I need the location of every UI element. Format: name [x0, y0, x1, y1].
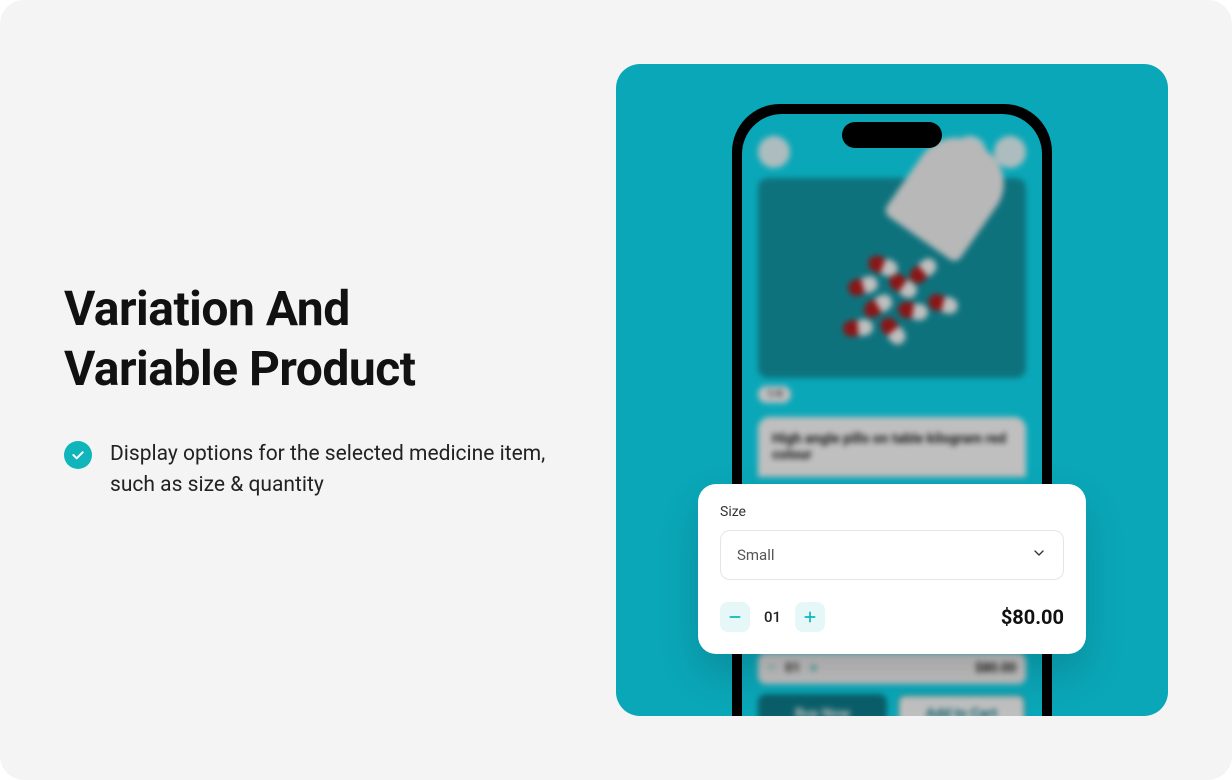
chevron-down-icon — [1031, 545, 1047, 565]
heading-line-1: Variation And — [64, 280, 350, 337]
phone-notch — [842, 122, 942, 148]
pills-graphic — [838, 248, 978, 358]
bg-plus-icon[interactable]: + — [810, 661, 817, 676]
product-image — [758, 178, 1026, 378]
add-to-cart-button[interactable]: Add to Cart — [897, 694, 1026, 716]
bg-minus-icon[interactable]: − — [768, 661, 775, 676]
text-column: Variation And Variable Product Display o… — [0, 279, 616, 502]
check-icon — [64, 441, 92, 469]
bg-qty-stepper: − 01 + — [768, 661, 817, 676]
product-actions: − 01 + $80.00 Buy Now Add to Cart — [758, 653, 1026, 716]
feature-bullet: Display options for the selected medicin… — [64, 439, 576, 502]
decrement-button[interactable] — [720, 602, 750, 632]
product-title: High angle pills on table kilogram red c… — [772, 431, 1012, 463]
quantity-stepper: 01 — [720, 602, 825, 632]
bg-qty-value: 01 — [785, 661, 800, 676]
bg-qty-price-row: − 01 + $80.00 — [758, 653, 1026, 684]
size-field-label: Size — [720, 504, 1064, 520]
buy-now-button[interactable]: Buy Now — [758, 694, 887, 716]
product-info-panel: High angle pills on table kilogram red c… — [758, 417, 1026, 477]
image-counter-chip: 1/4 — [758, 386, 791, 403]
price-value: $80.00 — [1001, 605, 1064, 629]
bg-price: $80.00 — [975, 661, 1016, 676]
slide-heading: Variation And Variable Product — [64, 279, 576, 399]
size-select[interactable]: Small — [720, 530, 1064, 580]
increment-button[interactable] — [795, 602, 825, 632]
qty-price-row: 01 $80.00 — [720, 602, 1064, 632]
quantity-value: 01 — [764, 608, 781, 626]
bullet-text: Display options for the selected medicin… — [110, 439, 576, 502]
heading-line-2: Variable Product — [64, 340, 416, 397]
back-button[interactable] — [758, 136, 790, 168]
size-selected-value: Small — [737, 546, 775, 564]
feature-slide: Variation And Variable Product Display o… — [0, 0, 1232, 780]
variation-card: Size Small 01 $80.00 — [698, 484, 1086, 654]
device-showcase: 1/4 High angle pills on table kilogram r… — [616, 64, 1168, 716]
